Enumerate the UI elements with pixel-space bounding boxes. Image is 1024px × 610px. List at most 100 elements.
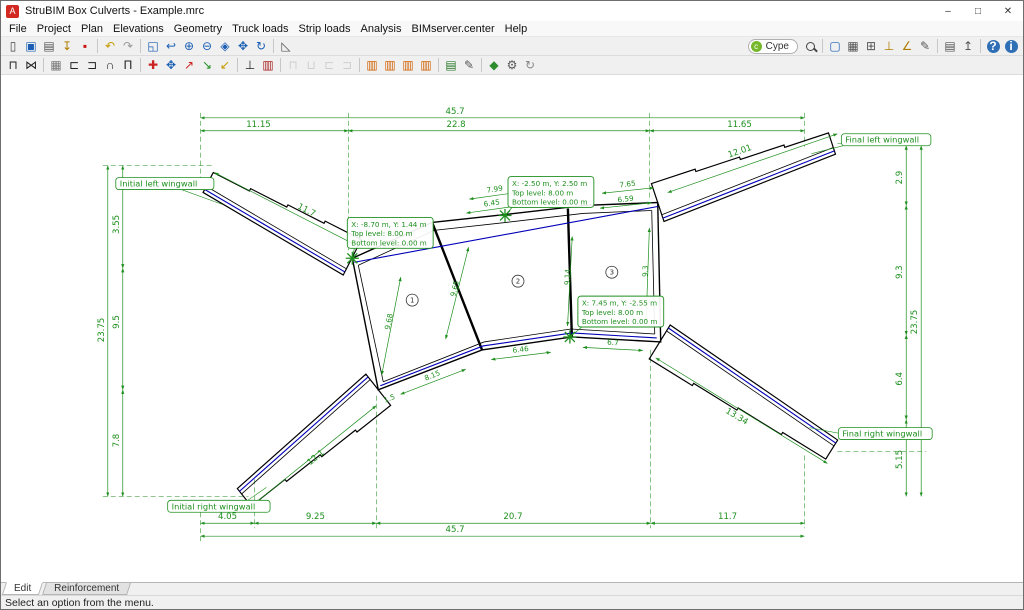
undo-icon[interactable]: ↶ xyxy=(101,38,119,55)
dimension-text: 9.25 xyxy=(306,512,325,522)
window-select-icon[interactable]: ▢ xyxy=(826,38,844,55)
align-up-icon[interactable]: ↗ xyxy=(180,57,198,74)
menu-item-strip-loads[interactable]: Strip loads xyxy=(294,23,356,35)
about-icon[interactable]: i xyxy=(1002,38,1020,55)
initial-right-wingwall[interactable] xyxy=(237,374,390,506)
bimserver-share-icon[interactable]: ◆ xyxy=(485,57,503,74)
wingwall-label: Initial right wingwall xyxy=(172,501,256,511)
initial-left-wingwall[interactable] xyxy=(203,173,361,275)
insert-vertex-icon[interactable]: ✚ xyxy=(144,57,162,74)
menu-item-bimserver-center[interactable]: BIMserver.center xyxy=(406,23,499,35)
close-button[interactable]: ✕ xyxy=(993,1,1023,21)
coordinate-annotation-text: Top level: 8.00 m xyxy=(350,229,412,238)
final-right-wingwall[interactable] xyxy=(649,325,837,459)
final-right-wingwall-face xyxy=(666,331,833,446)
tab-edit[interactable]: Edit xyxy=(2,582,43,595)
initial-wingwalls-icon[interactable]: ⊏ xyxy=(65,57,83,74)
edit-drawing-icon[interactable]: ✎ xyxy=(916,38,934,55)
cype-logo-icon: c xyxy=(751,41,762,52)
divide-segment-icon[interactable]: ↙ xyxy=(216,57,234,74)
coordinate-annotation-text: Top level: 8.00 m xyxy=(581,308,643,317)
angle-icon[interactable]: ∠ xyxy=(898,38,916,55)
final-left-wingwall-waterline xyxy=(663,151,834,218)
toolbar-separator xyxy=(237,58,238,72)
next-segment-icon[interactable]: ⊐ xyxy=(338,57,356,74)
zoom-previous-icon[interactable]: ↩ xyxy=(162,38,180,55)
live-load-icon[interactable]: ▥ xyxy=(381,57,399,74)
box-culvert-geometry-icon[interactable]: ⊓ xyxy=(4,57,22,74)
grid-icon[interactable]: ▦ xyxy=(844,38,862,55)
new-file-icon[interactable]: ▯ xyxy=(4,38,22,55)
edit-depth-icon[interactable]: ⊥ xyxy=(241,57,259,74)
maximize-button[interactable]: □ xyxy=(963,1,993,21)
dead-load-icon[interactable]: ▥ xyxy=(363,57,381,74)
dimension-text: 9.3 xyxy=(641,265,650,277)
menu-item-plan[interactable]: Plan xyxy=(76,23,108,35)
truck-load-left-icon[interactable]: ▥ xyxy=(399,57,417,74)
snap-icon[interactable]: ⊞ xyxy=(862,38,880,55)
reports-icon[interactable]: ▤ xyxy=(442,57,460,74)
lock-icon[interactable]: ▪ xyxy=(76,38,94,55)
zoom-out-icon[interactable]: ⊖ xyxy=(198,38,216,55)
app-window: A StruBIM Box Culverts - Example.mrc – □… xyxy=(0,0,1024,610)
main-toolbar-right: ▢▦⊞⊥∠✎ ▤↥?i xyxy=(801,38,1020,55)
toolbar-separator xyxy=(43,58,44,72)
dimension-text: 9.3 xyxy=(895,265,905,279)
menu-item-truck-loads[interactable]: Truck loads xyxy=(227,23,293,35)
dimension-text: 7.8 xyxy=(112,434,122,448)
menu-item-geometry[interactable]: Geometry xyxy=(169,23,227,35)
final-wingwalls-icon[interactable]: ⊐ xyxy=(83,57,101,74)
dimension-text: 9.65 xyxy=(448,280,461,298)
menu-item-help[interactable]: Help xyxy=(500,23,533,35)
vertices-icon[interactable]: Π xyxy=(119,57,137,74)
drawings-icon[interactable]: ✎ xyxy=(460,57,478,74)
move-vertex-icon[interactable]: ✥ xyxy=(162,57,180,74)
align-down-icon[interactable]: ↘ xyxy=(198,57,216,74)
pan-icon[interactable]: ✥ xyxy=(234,38,252,55)
vertex-marker-icon[interactable] xyxy=(563,330,576,343)
menu-item-file[interactable]: File xyxy=(4,23,32,35)
zoom-extents-icon[interactable]: ◈ xyxy=(216,38,234,55)
toolbar-separator xyxy=(822,39,823,53)
plan-template-icon[interactable]: ▦ xyxy=(47,57,65,74)
dimension-text: 1.5 xyxy=(382,392,396,405)
print-drawing-icon[interactable]: ▤ xyxy=(941,38,959,55)
dimension-line xyxy=(602,188,654,193)
paste-segment-icon[interactable]: ⊔ xyxy=(302,57,320,74)
drawing-canvas[interactable]: 45.711.1522.811.6512.0111.723.753.559.57… xyxy=(1,75,1023,582)
help-icon[interactable]: ? xyxy=(984,38,1002,55)
assign-depth-icon[interactable]: ▥ xyxy=(259,57,277,74)
import-icon[interactable]: ↧ xyxy=(58,38,76,55)
truck-load-right-icon[interactable]: ▥ xyxy=(417,57,435,74)
previous-segment-icon[interactable]: ⊏ xyxy=(320,57,338,74)
menu-item-project[interactable]: Project xyxy=(32,23,76,35)
menu-item-elevations[interactable]: Elevations xyxy=(108,23,169,35)
vertex-marker-icon[interactable] xyxy=(346,252,359,265)
ruler-icon[interactable]: ⊥ xyxy=(880,38,898,55)
search-icon[interactable] xyxy=(801,38,819,55)
window-controls: – □ ✕ xyxy=(933,1,1023,21)
dimension-text: 6.59 xyxy=(617,194,634,205)
redraw-icon[interactable]: ↻ xyxy=(252,38,270,55)
zoom-window-icon[interactable]: ◱ xyxy=(144,38,162,55)
export-document-icon[interactable]: ↥ xyxy=(959,38,977,55)
vertex-marker-icon[interactable] xyxy=(499,209,512,222)
zoom-in-icon[interactable]: ⊕ xyxy=(180,38,198,55)
update-icon[interactable]: ↻ xyxy=(521,57,539,74)
save-icon[interactable]: ▣ xyxy=(22,38,40,55)
search-box[interactable]: c Cype xyxy=(748,39,798,54)
copy-segment-icon[interactable]: ⊓ xyxy=(284,57,302,74)
measure-icon[interactable]: ◺ xyxy=(277,38,295,55)
redo-icon[interactable]: ↷ xyxy=(119,38,137,55)
segments-icon[interactable]: ∩ xyxy=(101,57,119,74)
configuration-icon[interactable]: ⚙ xyxy=(503,57,521,74)
culvert-plan-drawing: 45.711.1522.811.6512.0111.723.753.559.57… xyxy=(1,75,1023,582)
culvert-obliqueness-icon[interactable]: ⋈ xyxy=(22,57,40,74)
search-input[interactable]: Cype xyxy=(766,41,789,52)
menu-item-analysis[interactable]: Analysis xyxy=(356,23,407,35)
dimension-text: 4.05 xyxy=(218,512,237,522)
minimize-button[interactable]: – xyxy=(933,1,963,21)
print-icon[interactable]: ▤ xyxy=(40,38,58,55)
dimension-text: 9.14 xyxy=(562,268,572,285)
tab-reinforcement[interactable]: Reinforcement xyxy=(42,583,131,595)
